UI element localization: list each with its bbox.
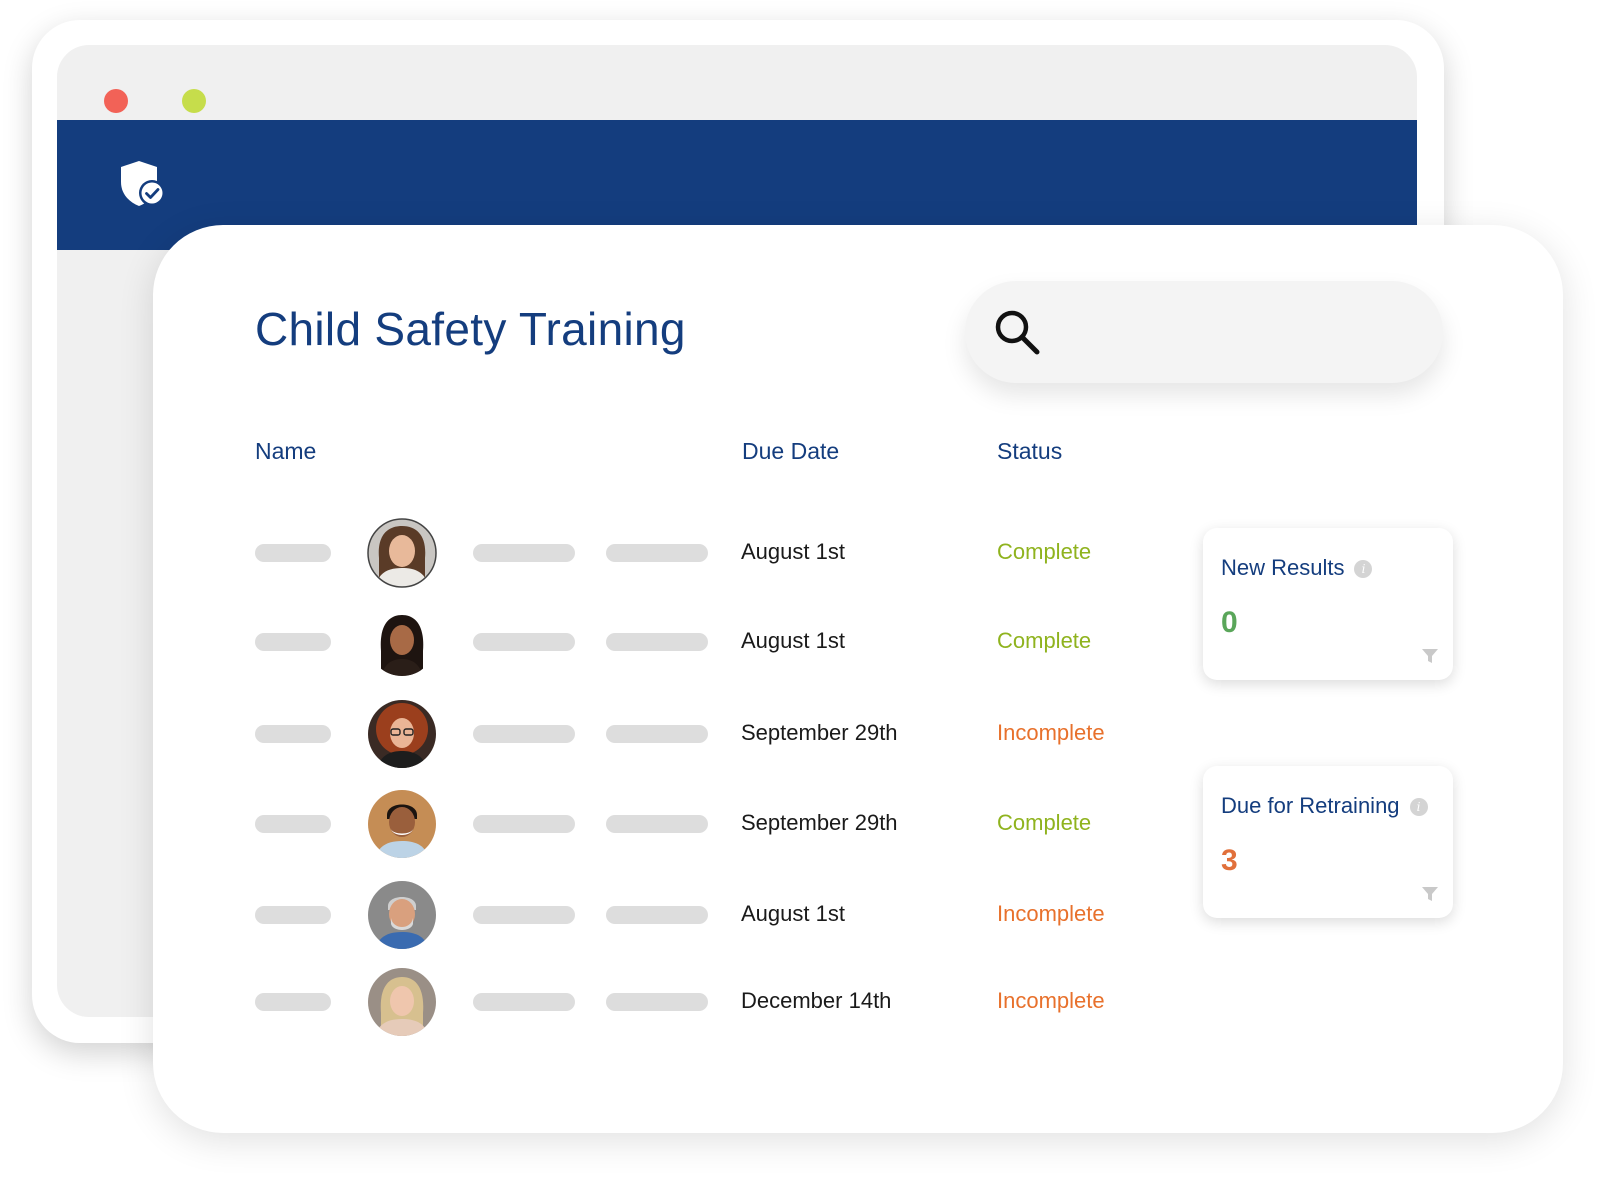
status-badge: Incomplete — [997, 720, 1105, 745]
window-maximize-dot[interactable] — [182, 89, 206, 113]
avatar — [368, 790, 436, 858]
placeholder-bar — [473, 544, 575, 562]
info-icon[interactable]: i — [1354, 560, 1373, 579]
placeholder-bar — [473, 725, 575, 743]
table-row[interactable]: August 1st Complete — [153, 518, 1203, 588]
due-date: August 1st — [741, 901, 845, 926]
placeholder-bar — [606, 993, 708, 1011]
shield-check-icon — [121, 161, 165, 206]
due-for-retraining-value: 3 — [1221, 844, 1238, 877]
avatar — [368, 608, 436, 676]
due-date: September 29th — [741, 720, 898, 745]
avatar — [368, 881, 436, 949]
new-results-value: 0 — [1221, 606, 1238, 639]
placeholder-bar — [255, 725, 331, 743]
placeholder-bar — [473, 906, 575, 924]
placeholder-bar — [606, 725, 708, 743]
status-badge: Incomplete — [997, 988, 1105, 1013]
placeholder-bar — [255, 815, 331, 833]
status-badge: Complete — [997, 628, 1092, 653]
due-for-retraining-card[interactable]: Due for Retraining i 3 — [1203, 766, 1453, 918]
due-date: August 1st — [741, 539, 845, 564]
training-card: Child Safety Training Name Due Date Stat… — [153, 225, 1563, 1133]
placeholder-bar — [606, 544, 708, 562]
placeholder-bar — [473, 815, 575, 833]
column-header-status[interactable]: Status — [997, 438, 1062, 465]
new-results-label: New Results — [1221, 555, 1345, 580]
search-icon — [995, 310, 1040, 355]
table-row[interactable]: September 29th Incomplete — [153, 699, 1203, 769]
placeholder-bar — [255, 633, 331, 651]
window-close-dot[interactable] — [104, 89, 128, 113]
avatar — [368, 968, 436, 1036]
placeholder-bar — [606, 815, 708, 833]
placeholder-bar — [255, 544, 331, 562]
status-badge: Complete — [997, 810, 1092, 835]
due-date: September 29th — [741, 810, 898, 835]
info-icon[interactable]: i — [1409, 798, 1428, 817]
filter-icon[interactable] — [1421, 648, 1439, 664]
new-results-title: New Results i — [1221, 555, 1373, 581]
due-date: August 1st — [741, 628, 845, 653]
placeholder-bar — [473, 633, 575, 651]
table-row[interactable]: August 1st Incomplete — [153, 880, 1203, 950]
placeholder-bar — [255, 993, 331, 1011]
filter-icon[interactable] — [1421, 886, 1439, 902]
placeholder-bar — [255, 906, 331, 924]
table-row[interactable]: December 14th Incomplete — [153, 967, 1203, 1037]
stage: Child Safety Training Name Due Date Stat… — [0, 0, 1600, 1177]
due-for-retraining-label: Due for Retraining — [1221, 793, 1400, 818]
avatar — [367, 518, 437, 588]
status-badge: Incomplete — [997, 901, 1105, 926]
table-row[interactable]: September 29th Complete — [153, 789, 1203, 859]
table-row[interactable]: August 1st Complete — [153, 607, 1203, 677]
placeholder-bar — [606, 633, 708, 651]
page-title: Child Safety Training — [255, 303, 686, 355]
avatar — [368, 700, 436, 768]
search-input[interactable] — [1055, 307, 1419, 359]
due-date: December 14th — [741, 988, 892, 1013]
search-bar[interactable] — [965, 281, 1443, 383]
column-header-name[interactable]: Name — [255, 438, 316, 465]
new-results-card[interactable]: New Results i 0 — [1203, 528, 1453, 680]
column-header-due-date[interactable]: Due Date — [742, 438, 839, 465]
placeholder-bar — [606, 906, 708, 924]
placeholder-bar — [473, 993, 575, 1011]
status-badge: Complete — [997, 539, 1092, 564]
due-for-retraining-title: Due for Retraining i — [1221, 793, 1428, 819]
